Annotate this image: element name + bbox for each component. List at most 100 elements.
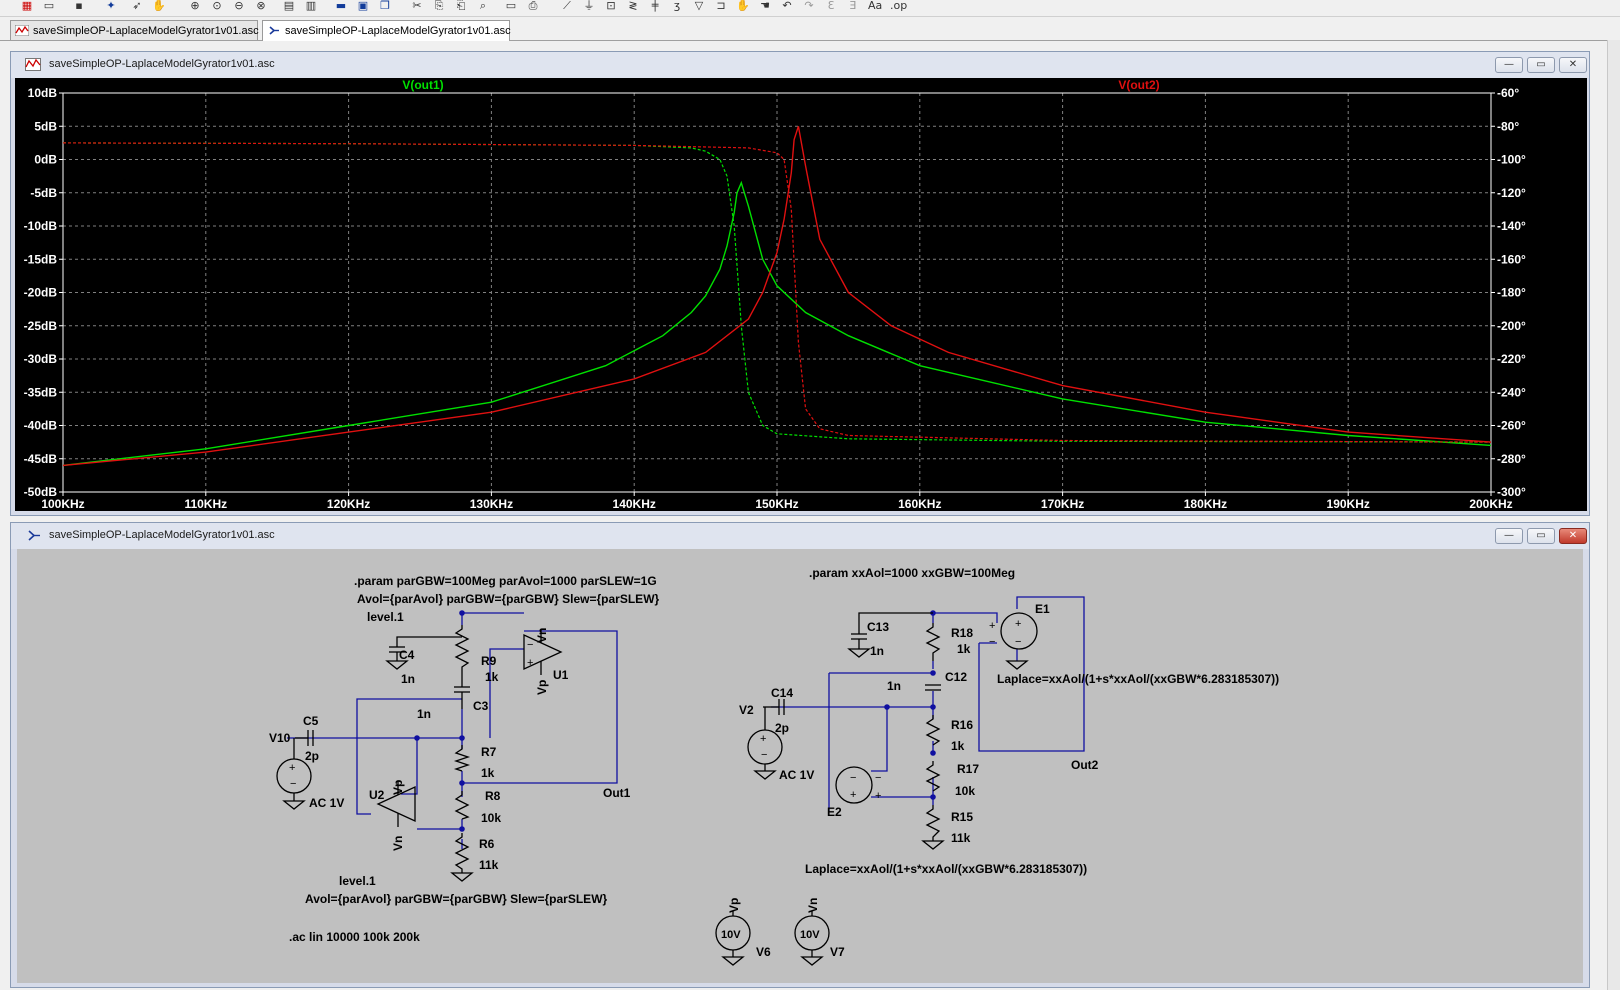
trace-legend-1[interactable]: V(out1) xyxy=(402,78,443,92)
capacitor-C12 xyxy=(925,684,941,691)
c5-name: C5 xyxy=(303,714,319,728)
y-tick-label-right: -140° xyxy=(1497,219,1526,233)
vertical-scrollbar[interactable] xyxy=(1607,40,1620,990)
r8-value: 10k xyxy=(481,811,501,825)
r7-name: R7 xyxy=(481,745,497,759)
trace-legend-2[interactable]: V(out2) xyxy=(1118,78,1159,92)
e2-name: E2 xyxy=(827,805,842,819)
svg-text:−: − xyxy=(527,639,533,651)
paste-icon[interactable]: ⎗ xyxy=(454,0,468,12)
spice-directive-icon[interactable]: .op xyxy=(890,0,907,12)
y-tick-label-right: -260° xyxy=(1497,419,1526,433)
r7-value: 1k xyxy=(481,766,495,780)
inductor-icon[interactable]: ʒ xyxy=(670,0,684,12)
tab-schematic[interactable]: saveSimpleOP-LaplaceModelGyrator1v01.asc xyxy=(262,20,511,41)
tile-horizontal-icon[interactable]: ▬ xyxy=(334,0,348,12)
x-tick-label: 150KHz xyxy=(755,497,798,511)
zoom-in-icon[interactable]: ⊕ xyxy=(188,0,202,12)
control-panel-icon[interactable]: ✦ xyxy=(104,0,118,12)
y-tick-label-left: -45dB xyxy=(24,452,58,466)
r9-value: 1k xyxy=(485,670,499,684)
v10-name: V10 xyxy=(269,731,291,745)
print-preview-icon[interactable]: ▭ xyxy=(504,0,518,12)
opamp-u2-params: Avol={parAvol} parGBW={parGBW} Slew={par… xyxy=(305,892,608,906)
halt-icon[interactable]: ✋ xyxy=(152,0,166,12)
r18-value: 1k xyxy=(957,642,971,656)
y-tick-label-left: 10dB xyxy=(28,86,58,100)
c5-value: 2p xyxy=(305,749,319,763)
x-tick-label: 140KHz xyxy=(613,497,656,511)
new-schematic-icon[interactable]: ▦ xyxy=(20,0,34,12)
grid-icon[interactable]: ▥ xyxy=(304,0,318,12)
x-tick-label: 190KHz xyxy=(1327,497,1370,511)
v2-value: AC 1V xyxy=(779,768,814,782)
svg-text:−: − xyxy=(1015,636,1021,648)
svg-text:+: + xyxy=(989,620,995,632)
drag-icon[interactable]: ☚ xyxy=(758,0,772,12)
minimize-button[interactable]: — xyxy=(1495,57,1523,73)
waveform-plot-area[interactable]: 100KHz 110KHz 120KHz 130KHz 140KHz 150KHz 160K… xyxy=(15,78,1587,511)
u2-vp: Vp xyxy=(391,780,405,795)
x-tick-label: 180KHz xyxy=(1184,497,1227,511)
y-tick-label-right: -80° xyxy=(1497,119,1519,133)
zoom-fit-icon[interactable]: ⊗ xyxy=(254,0,268,12)
u1-name: U1 xyxy=(553,668,569,682)
undo-icon[interactable]: ↶ xyxy=(780,0,794,12)
resistor-R16 xyxy=(925,715,941,746)
v7-name: V7 xyxy=(830,945,845,959)
close-button[interactable]: ✕ xyxy=(1559,57,1587,73)
resistor-R15 xyxy=(925,805,941,841)
waveform-window-titlebar[interactable]: saveSimpleOP-LaplaceModelGyrator1v01.asc… xyxy=(11,52,1589,78)
restore-button[interactable]: ▭ xyxy=(1527,57,1555,73)
schematic-canvas[interactable]: + − + − + − − + + − − + − + .param parGBW=100Me… xyxy=(17,549,1583,983)
move-icon[interactable]: ✋ xyxy=(736,0,750,12)
v7-value: 10V xyxy=(800,929,820,941)
bode-plot[interactable]: 100KHz 110KHz 120KHz 130KHz 140KHz 150KHz 160K… xyxy=(15,78,1587,511)
r16-value: 1k xyxy=(951,739,965,753)
y-tick-label-right: -280° xyxy=(1497,452,1526,466)
mirror-icon[interactable]: Ǝ xyxy=(846,0,860,12)
tab-waveform[interactable]: saveSimpleOP-LaplaceModelGyrator1v01.asc xyxy=(10,20,259,40)
restore-button[interactable]: ▭ xyxy=(1527,528,1555,544)
resistor-icon[interactable]: ≷ xyxy=(626,0,640,12)
svg-text:+: + xyxy=(760,733,766,745)
component-icon[interactable]: ⊐ xyxy=(714,0,728,12)
draw-wire-icon[interactable]: ⟋ xyxy=(560,0,574,12)
autorange-icon[interactable]: ▤ xyxy=(282,0,296,12)
ground-icon[interactable]: ⏚ xyxy=(582,0,596,12)
save-icon[interactable]: ▪ xyxy=(72,0,86,12)
svg-text:+: + xyxy=(875,790,881,802)
c3-name: C3 xyxy=(473,699,489,713)
c13-name: C13 xyxy=(867,620,889,634)
schematic-window-titlebar[interactable]: saveSimpleOP-LaplaceModelGyrator1v01.asc… xyxy=(11,523,1589,549)
minimize-button[interactable]: — xyxy=(1495,528,1523,544)
find-icon[interactable]: ⌕ xyxy=(476,0,490,12)
ac-directive: .ac lin 10000 100k 200k xyxy=(289,930,420,944)
y-tick-label-right: -200° xyxy=(1497,319,1526,333)
svg-text:−: − xyxy=(850,772,856,784)
diode-icon[interactable]: ▽ xyxy=(692,0,706,12)
cut-icon[interactable]: ✂ xyxy=(410,0,424,12)
close-button[interactable]: ✕ xyxy=(1559,528,1587,544)
v6-net: Vp xyxy=(727,898,741,913)
copy-icon[interactable]: ⎘ xyxy=(432,0,446,12)
laplace-label-e2: Laplace=xxAol/(1+s*xxAol/(xxGBW*6.283185… xyxy=(805,862,1087,876)
pan-icon[interactable]: ⊙ xyxy=(210,0,224,12)
net-label-icon[interactable]: ⊡ xyxy=(604,0,618,12)
rotate-icon[interactable]: Ɛ xyxy=(824,0,838,12)
redo-icon[interactable]: ↷ xyxy=(802,0,816,12)
open-folder-icon[interactable]: ▭ xyxy=(42,0,56,12)
schematic-drawing[interactable]: + − + − + − − + + − − + − + .param parGBW=100Me… xyxy=(17,549,1583,983)
source-polarity: + − + − + − − + + − − + − + xyxy=(289,618,1021,802)
cascade-icon[interactable]: ❐ xyxy=(378,0,392,12)
tile-vertical-icon[interactable]: ▣ xyxy=(356,0,370,12)
print-icon[interactable]: ⎙ xyxy=(526,0,540,12)
capacitor-icon[interactable]: ╪ xyxy=(648,0,662,12)
u1-vn: Vn xyxy=(535,628,549,643)
svg-text:+: + xyxy=(527,657,533,669)
text-icon[interactable]: Aa xyxy=(868,0,882,12)
waveform-window-icon xyxy=(25,58,41,71)
r15-value: 11k xyxy=(951,831,971,845)
run-icon[interactable]: ➶ xyxy=(130,0,144,12)
zoom-out-icon[interactable]: ⊖ xyxy=(232,0,246,12)
